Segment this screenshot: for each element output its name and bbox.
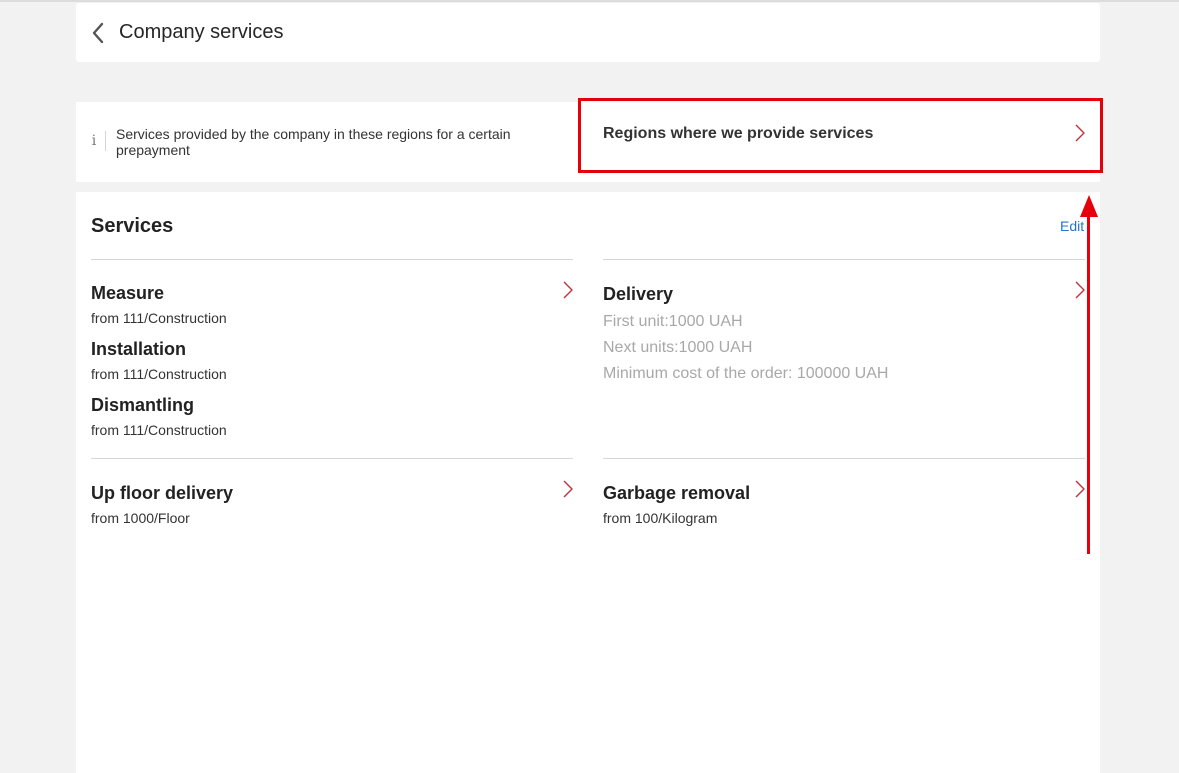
services-card: Services Edit Measure from 111/Construct…: [76, 192, 1100, 773]
service-name: Dismantling: [91, 395, 195, 415]
chevron-right-icon[interactable]: [1074, 279, 1086, 301]
service-price: from 100/Kilogram: [603, 510, 718, 526]
service-price: from 111/Construction: [91, 310, 227, 326]
service-name: Garbage removal: [603, 483, 751, 503]
info-text: Services provided by the company in thes…: [116, 126, 511, 158]
service-name: Up floor delivery: [91, 483, 234, 503]
edit-button[interactable]: Edit: [1060, 218, 1084, 234]
delivery-minimum-cost: Minimum cost of the order: 100000 UAH: [603, 365, 889, 382]
top-divider: [0, 0, 1179, 2]
regions-link[interactable]: Regions where we provide services: [578, 102, 1100, 182]
chevron-right-icon[interactable]: [562, 279, 574, 301]
annotation-arrow-head: [1080, 195, 1098, 217]
divider: [91, 259, 573, 260]
regions-label: Regions where we provide services: [603, 125, 874, 142]
service-name: Delivery: [603, 284, 674, 304]
chevron-right-icon[interactable]: [1074, 478, 1086, 500]
service-price: from 111/Construction: [91, 422, 227, 438]
divider: [91, 458, 573, 459]
page-title: Company services: [119, 21, 284, 43]
chevron-left-icon: [92, 22, 104, 44]
chevron-right-icon[interactable]: [562, 478, 574, 500]
service-name: Measure: [91, 283, 165, 303]
delivery-next-units: Next units:1000 UAH: [603, 339, 753, 356]
service-price: from 111/Construction: [91, 366, 227, 382]
page-header: Company services: [76, 3, 1100, 62]
divider: [603, 259, 1085, 260]
info-icon: i: [91, 133, 97, 149]
info-divider: [105, 131, 106, 151]
services-title: Services: [91, 215, 174, 237]
divider: [603, 458, 1085, 459]
annotation-arrow-shaft: [1087, 214, 1090, 554]
back-button[interactable]: [90, 22, 106, 44]
delivery-first-unit: First unit:1000 UAH: [603, 313, 743, 330]
service-name: Installation: [91, 339, 187, 359]
chevron-right-icon: [1075, 124, 1085, 142]
service-price: from 1000/Floor: [91, 510, 190, 526]
regions-info-card: i Services provided by the company in th…: [76, 102, 1100, 182]
